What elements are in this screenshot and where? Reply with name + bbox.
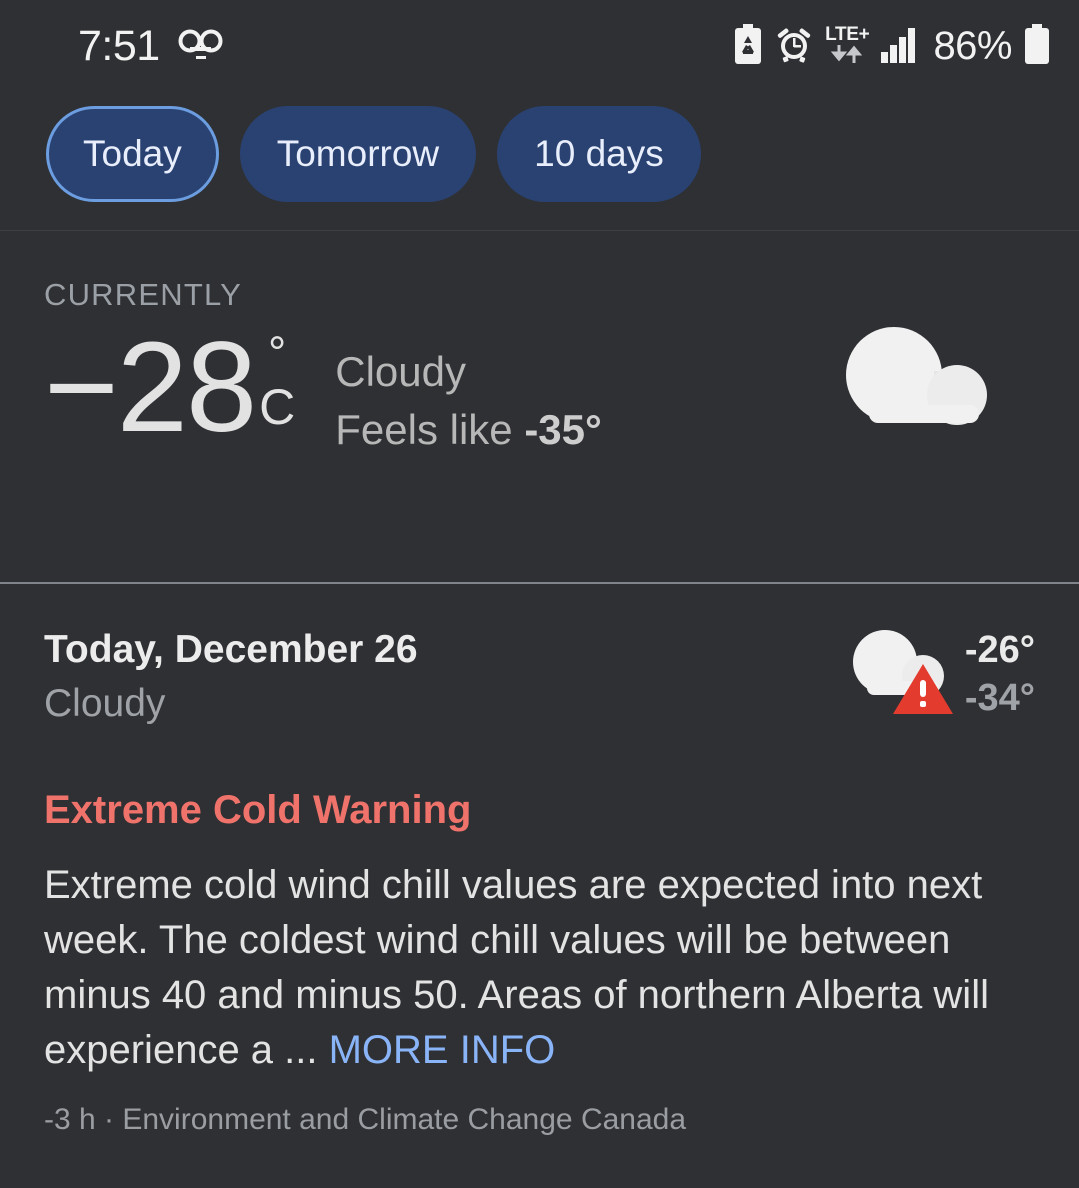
degree-symbol: °: [268, 327, 287, 378]
tab-10-days[interactable]: 10 days: [497, 106, 701, 202]
current-condition-block: Cloudy Feels like -35°: [335, 351, 602, 451]
day-forecast-temperatures: -26° -34°: [965, 631, 1035, 717]
tab-10-days-label: 10 days: [534, 133, 664, 174]
network-type-indicator: LTE+: [825, 23, 870, 68]
forecast-range-tabs: Today Tomorrow 10 days: [0, 92, 1079, 230]
feels-like-row: Feels like -35°: [335, 409, 602, 451]
feels-like-value: -35°: [524, 406, 602, 453]
alert-title: Extreme Cold Warning: [44, 787, 472, 832]
warning-triangle-icon: [891, 661, 955, 722]
day-forecast-condition: Cloudy: [44, 681, 166, 725]
current-conditions-section: CURRENTLY −28 ° C Cloudy Feels like -35°: [0, 231, 1079, 582]
day-forecast-title: Today, December 26: [44, 628, 418, 671]
tab-tomorrow[interactable]: Tomorrow: [239, 106, 477, 202]
status-clock: 7:51: [78, 21, 160, 70]
alarm-clock-icon: [774, 24, 814, 69]
battery-percent-label: 86%: [933, 24, 1012, 68]
current-temperature: −28 ° C: [44, 316, 296, 459]
currently-label: CURRENTLY: [44, 277, 242, 312]
data-transfer-arrows-icon: [829, 44, 865, 68]
day-forecast-section[interactable]: Today, December 26 Cloudy -26° -34°: [0, 584, 1079, 730]
tab-today-label: Today: [83, 133, 182, 174]
voicemail-icon: [178, 28, 224, 65]
day-forecast-text: Today, December 26 Cloudy: [44, 628, 418, 730]
day-forecast-icon-group: [847, 628, 957, 720]
alert-body: Extreme cold wind chill values are expec…: [44, 858, 1035, 1079]
feels-like-label: Feels like: [335, 406, 513, 453]
tab-tomorrow-label: Tomorrow: [276, 133, 440, 174]
day-forecast-high: -26°: [964, 629, 1035, 671]
status-bar: 7:51 LTE+ 86%: [0, 0, 1079, 92]
day-forecast-low: -34°: [964, 677, 1035, 719]
battery-full-icon: [1023, 23, 1051, 69]
cloudy-icon: [839, 327, 995, 436]
current-temperature-value: −28: [44, 316, 257, 459]
network-type-label: LTE+: [825, 23, 870, 45]
signal-bars-icon: [880, 25, 922, 68]
status-bar-right: LTE+ 86%: [733, 23, 1051, 69]
day-forecast-summary: -26° -34°: [847, 628, 1035, 720]
current-temperature-unit: ° C: [259, 327, 296, 436]
status-bar-left: 7:51: [78, 21, 224, 70]
battery-saver-icon: [733, 23, 763, 69]
more-info-link[interactable]: MORE INFO: [329, 1028, 556, 1072]
tab-today[interactable]: Today: [46, 106, 219, 202]
weather-alert-section: Extreme Cold Warning Extreme cold wind c…: [0, 730, 1079, 1139]
alert-source: -3 h · Environment and Climate Change Ca…: [44, 1103, 687, 1137]
day-forecast-row: Today, December 26 Cloudy -26° -34°: [44, 628, 1035, 730]
current-condition-label: Cloudy: [335, 348, 466, 395]
celsius-label: C: [259, 379, 296, 436]
